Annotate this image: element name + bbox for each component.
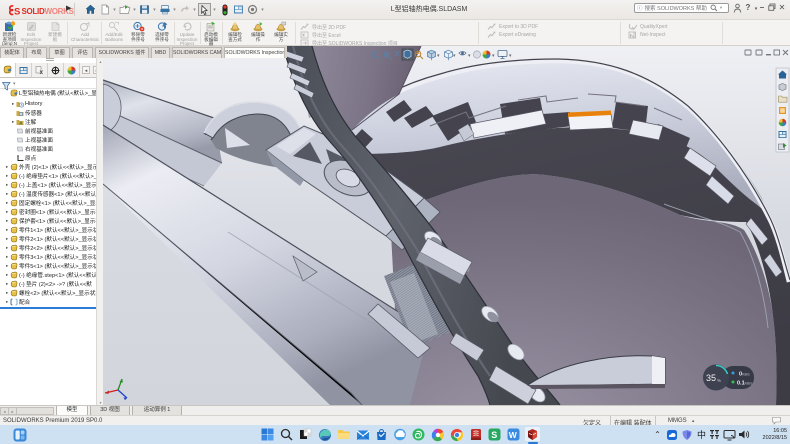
- svg-text:S: S: [491, 430, 497, 440]
- svg-text:%: %: [717, 378, 721, 383]
- svg-text:W: W: [509, 430, 518, 440]
- svg-text:35: 35: [706, 373, 716, 383]
